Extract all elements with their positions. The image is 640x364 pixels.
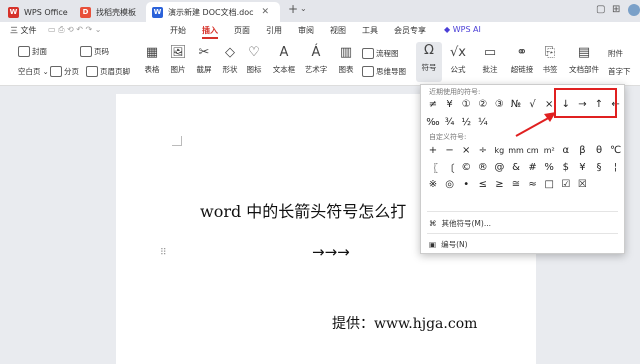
- arrow-line: [515, 115, 553, 137]
- annotation-arrow: [515, 112, 556, 137]
